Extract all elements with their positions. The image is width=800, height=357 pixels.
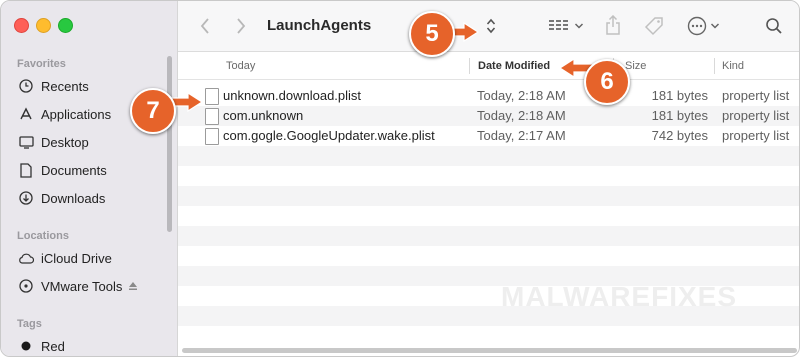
file-row[interactable]: com.gogle.GoogleUpdater.wake.plist Today… xyxy=(178,126,799,146)
finder-window: Favorites Recents Applications Desktop D… xyxy=(0,0,800,357)
window-title: LaunchAgents xyxy=(267,17,372,34)
sidebar-heading-locations: Locations xyxy=(17,230,69,242)
grid-view-icon xyxy=(549,20,568,30)
applications-icon xyxy=(17,105,35,123)
file-icon xyxy=(205,88,219,105)
sidebar-item-downloads[interactable]: Downloads xyxy=(17,187,105,209)
file-date-modified: Today, 2:17 AM xyxy=(477,128,566,143)
column-header-name[interactable]: Today xyxy=(226,60,255,72)
sidebar-item-tag-red[interactable]: Red xyxy=(17,335,65,356)
file-name: com.gogle.GoogleUpdater.wake.plist xyxy=(223,128,435,143)
download-icon xyxy=(17,189,35,207)
annotation-badge-7: 7 xyxy=(130,88,176,134)
sidebar: Favorites Recents Applications Desktop D… xyxy=(1,1,178,356)
sidebar-item-documents[interactable]: Documents xyxy=(17,159,107,181)
sidebar-item-icloud-drive[interactable]: iCloud Drive xyxy=(17,247,112,269)
ellipsis-circle-icon xyxy=(687,16,706,36)
clock-icon xyxy=(17,77,35,95)
file-icon xyxy=(205,128,219,145)
up-down-chevron-icon xyxy=(486,18,496,34)
file-icon xyxy=(205,108,219,125)
sidebar-item-label: Recents xyxy=(41,78,89,94)
empty-row xyxy=(178,186,799,206)
file-size: 181 bytes xyxy=(651,108,708,123)
file-kind: property list xyxy=(722,128,790,143)
sidebar-heading-favorites: Favorites xyxy=(17,58,66,70)
column-header: Today Date Modified Size Kind xyxy=(178,52,799,80)
column-header-size[interactable]: Size xyxy=(625,60,646,72)
forward-button[interactable] xyxy=(234,17,248,35)
sidebar-item-label: Red xyxy=(41,338,65,354)
file-kind: property list xyxy=(722,88,790,103)
search-icon xyxy=(766,18,782,34)
zoom-window-button[interactable] xyxy=(58,18,73,33)
file-date-modified: Today, 2:18 AM xyxy=(477,108,566,123)
file-row[interactable]: unknown.download.plist Today, 2:18 AM 18… xyxy=(178,86,799,106)
share-button[interactable] xyxy=(604,14,622,36)
horizontal-scrollbar[interactable] xyxy=(182,348,797,353)
chevron-down-icon xyxy=(574,23,584,29)
share-icon xyxy=(606,15,620,35)
sidebar-scrollbar[interactable] xyxy=(167,56,172,232)
file-size: 742 bytes xyxy=(651,128,708,143)
column-header-kind[interactable]: Kind xyxy=(722,60,744,72)
document-icon xyxy=(17,161,35,179)
watermark-text: MALWAREFIXES xyxy=(501,281,738,312)
path-sort-button[interactable] xyxy=(484,16,498,36)
file-date-modified: Today, 2:18 AM xyxy=(477,88,566,103)
column-divider[interactable] xyxy=(714,58,715,74)
search-button[interactable] xyxy=(764,16,784,36)
sidebar-heading-tags: Tags xyxy=(17,318,42,330)
close-window-button[interactable] xyxy=(14,18,29,33)
sidebar-item-label: Applications xyxy=(41,106,112,122)
chevron-left-icon xyxy=(200,18,209,34)
view-options-button[interactable] xyxy=(546,17,586,35)
annotation-badge-6: 6 xyxy=(584,59,630,105)
sidebar-item-recents[interactable]: Recents xyxy=(17,75,89,97)
back-button[interactable] xyxy=(198,17,212,35)
column-divider[interactable] xyxy=(469,58,470,74)
empty-row xyxy=(178,146,799,166)
file-list: unknown.download.plist Today, 2:18 AM 18… xyxy=(178,80,799,356)
chevron-right-icon xyxy=(237,18,246,34)
empty-row xyxy=(178,226,799,246)
sidebar-item-label: VMware Tools xyxy=(41,278,123,294)
tag-dot-icon xyxy=(17,337,35,355)
file-row[interactable]: com.unknown Today, 2:18 AM 181 bytes pro… xyxy=(178,106,799,126)
toolbar: LaunchAgents xyxy=(178,1,799,52)
sidebar-item-label: Downloads xyxy=(41,190,106,206)
desktop-icon xyxy=(17,133,35,151)
tag-icon xyxy=(644,17,663,36)
eject-icon[interactable] xyxy=(128,281,138,291)
chevron-down-icon xyxy=(710,23,719,29)
sidebar-item-applications[interactable]: Applications xyxy=(17,103,111,125)
file-kind: property list xyxy=(722,108,790,123)
file-name: com.unknown xyxy=(223,108,304,123)
sidebar-item-desktop[interactable]: Desktop xyxy=(17,131,89,153)
sidebar-item-vmware-tools[interactable]: VMware Tools xyxy=(17,275,138,297)
sidebar-item-label: Desktop xyxy=(41,134,89,150)
annotation-badge-5: 5 xyxy=(409,11,455,57)
minimize-window-button[interactable] xyxy=(36,18,51,33)
sidebar-item-label: iCloud Drive xyxy=(41,250,112,266)
tags-button[interactable] xyxy=(643,15,665,37)
disk-icon xyxy=(17,277,35,295)
more-actions-button[interactable] xyxy=(684,15,722,37)
column-header-date-modified[interactable]: Date Modified xyxy=(478,60,550,72)
file-size: 181 bytes xyxy=(651,88,708,103)
cloud-icon xyxy=(17,249,35,267)
file-name: unknown.download.plist xyxy=(223,88,362,103)
sidebar-item-label: Documents xyxy=(41,162,107,178)
